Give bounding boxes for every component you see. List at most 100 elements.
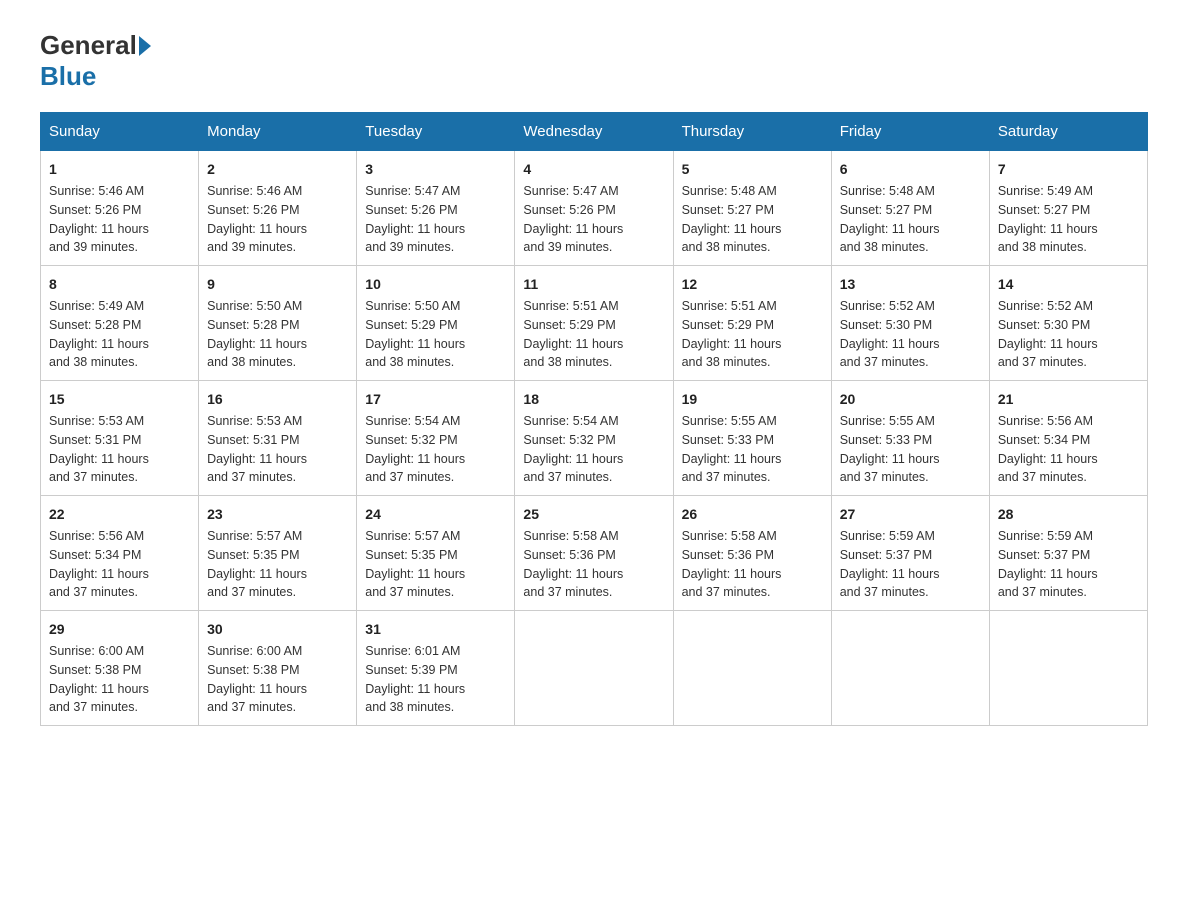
day-number: 23: [207, 504, 348, 525]
calendar-cell: 16 Sunrise: 5:53 AMSunset: 5:31 PMDaylig…: [199, 381, 357, 496]
day-number: 21: [998, 389, 1139, 410]
calendar-cell: 8 Sunrise: 5:49 AMSunset: 5:28 PMDayligh…: [41, 266, 199, 381]
calendar-cell: 4 Sunrise: 5:47 AMSunset: 5:26 PMDayligh…: [515, 151, 673, 266]
calendar-cell: 6 Sunrise: 5:48 AMSunset: 5:27 PMDayligh…: [831, 151, 989, 266]
weekday-header-sunday: Sunday: [41, 113, 199, 151]
day-info: Sunrise: 5:59 AMSunset: 5:37 PMDaylight:…: [998, 529, 1098, 599]
logo-arrow-icon: [139, 36, 151, 56]
day-info: Sunrise: 5:52 AMSunset: 5:30 PMDaylight:…: [998, 299, 1098, 369]
week-row-5: 29 Sunrise: 6:00 AMSunset: 5:38 PMDaylig…: [41, 611, 1148, 726]
day-info: Sunrise: 5:57 AMSunset: 5:35 PMDaylight:…: [365, 529, 465, 599]
day-number: 22: [49, 504, 190, 525]
week-row-4: 22 Sunrise: 5:56 AMSunset: 5:34 PMDaylig…: [41, 496, 1148, 611]
logo-general-text: General: [40, 30, 137, 61]
day-number: 17: [365, 389, 506, 410]
calendar-cell: 21 Sunrise: 5:56 AMSunset: 5:34 PMDaylig…: [989, 381, 1147, 496]
day-number: 29: [49, 619, 190, 640]
day-number: 3: [365, 159, 506, 180]
page-header: General Blue: [40, 30, 1148, 92]
day-info: Sunrise: 5:48 AMSunset: 5:27 PMDaylight:…: [840, 184, 940, 254]
day-info: Sunrise: 5:48 AMSunset: 5:27 PMDaylight:…: [682, 184, 782, 254]
day-info: Sunrise: 5:54 AMSunset: 5:32 PMDaylight:…: [365, 414, 465, 484]
weekday-header-tuesday: Tuesday: [357, 113, 515, 151]
calendar-cell: 10 Sunrise: 5:50 AMSunset: 5:29 PMDaylig…: [357, 266, 515, 381]
day-info: Sunrise: 5:51 AMSunset: 5:29 PMDaylight:…: [682, 299, 782, 369]
day-number: 30: [207, 619, 348, 640]
calendar-cell: 7 Sunrise: 5:49 AMSunset: 5:27 PMDayligh…: [989, 151, 1147, 266]
calendar-cell: 14 Sunrise: 5:52 AMSunset: 5:30 PMDaylig…: [989, 266, 1147, 381]
calendar-cell: 5 Sunrise: 5:48 AMSunset: 5:27 PMDayligh…: [673, 151, 831, 266]
calendar-cell: 26 Sunrise: 5:58 AMSunset: 5:36 PMDaylig…: [673, 496, 831, 611]
day-info: Sunrise: 5:52 AMSunset: 5:30 PMDaylight:…: [840, 299, 940, 369]
weekday-header-row: SundayMondayTuesdayWednesdayThursdayFrid…: [41, 113, 1148, 151]
day-number: 26: [682, 504, 823, 525]
logo-blue-text: Blue: [40, 61, 96, 91]
day-number: 19: [682, 389, 823, 410]
day-number: 27: [840, 504, 981, 525]
calendar-cell: 17 Sunrise: 5:54 AMSunset: 5:32 PMDaylig…: [357, 381, 515, 496]
calendar-cell: [673, 611, 831, 726]
day-info: Sunrise: 5:56 AMSunset: 5:34 PMDaylight:…: [49, 529, 149, 599]
day-info: Sunrise: 6:00 AMSunset: 5:38 PMDaylight:…: [49, 644, 149, 714]
weekday-header-saturday: Saturday: [989, 113, 1147, 151]
day-info: Sunrise: 5:55 AMSunset: 5:33 PMDaylight:…: [840, 414, 940, 484]
day-number: 14: [998, 274, 1139, 295]
calendar-cell: 2 Sunrise: 5:46 AMSunset: 5:26 PMDayligh…: [199, 151, 357, 266]
calendar-cell: [989, 611, 1147, 726]
week-row-3: 15 Sunrise: 5:53 AMSunset: 5:31 PMDaylig…: [41, 381, 1148, 496]
day-number: 25: [523, 504, 664, 525]
calendar-cell: 1 Sunrise: 5:46 AMSunset: 5:26 PMDayligh…: [41, 151, 199, 266]
day-number: 28: [998, 504, 1139, 525]
day-info: Sunrise: 5:57 AMSunset: 5:35 PMDaylight:…: [207, 529, 307, 599]
day-info: Sunrise: 6:01 AMSunset: 5:39 PMDaylight:…: [365, 644, 465, 714]
day-number: 10: [365, 274, 506, 295]
day-number: 20: [840, 389, 981, 410]
calendar-cell: 3 Sunrise: 5:47 AMSunset: 5:26 PMDayligh…: [357, 151, 515, 266]
calendar-cell: 30 Sunrise: 6:00 AMSunset: 5:38 PMDaylig…: [199, 611, 357, 726]
day-info: Sunrise: 5:55 AMSunset: 5:33 PMDaylight:…: [682, 414, 782, 484]
weekday-header-thursday: Thursday: [673, 113, 831, 151]
day-number: 16: [207, 389, 348, 410]
day-info: Sunrise: 6:00 AMSunset: 5:38 PMDaylight:…: [207, 644, 307, 714]
day-number: 31: [365, 619, 506, 640]
day-number: 4: [523, 159, 664, 180]
day-number: 15: [49, 389, 190, 410]
day-info: Sunrise: 5:49 AMSunset: 5:28 PMDaylight:…: [49, 299, 149, 369]
calendar-cell: [831, 611, 989, 726]
calendar-cell: 19 Sunrise: 5:55 AMSunset: 5:33 PMDaylig…: [673, 381, 831, 496]
day-info: Sunrise: 5:59 AMSunset: 5:37 PMDaylight:…: [840, 529, 940, 599]
day-number: 1: [49, 159, 190, 180]
calendar-cell: 23 Sunrise: 5:57 AMSunset: 5:35 PMDaylig…: [199, 496, 357, 611]
calendar-cell: 13 Sunrise: 5:52 AMSunset: 5:30 PMDaylig…: [831, 266, 989, 381]
day-number: 7: [998, 159, 1139, 180]
day-info: Sunrise: 5:47 AMSunset: 5:26 PMDaylight:…: [365, 184, 465, 254]
day-number: 8: [49, 274, 190, 295]
week-row-1: 1 Sunrise: 5:46 AMSunset: 5:26 PMDayligh…: [41, 151, 1148, 266]
day-number: 2: [207, 159, 348, 180]
calendar-cell: 15 Sunrise: 5:53 AMSunset: 5:31 PMDaylig…: [41, 381, 199, 496]
day-info: Sunrise: 5:47 AMSunset: 5:26 PMDaylight:…: [523, 184, 623, 254]
calendar-cell: 29 Sunrise: 6:00 AMSunset: 5:38 PMDaylig…: [41, 611, 199, 726]
calendar-cell: 28 Sunrise: 5:59 AMSunset: 5:37 PMDaylig…: [989, 496, 1147, 611]
day-info: Sunrise: 5:53 AMSunset: 5:31 PMDaylight:…: [207, 414, 307, 484]
calendar-cell: 22 Sunrise: 5:56 AMSunset: 5:34 PMDaylig…: [41, 496, 199, 611]
day-info: Sunrise: 5:56 AMSunset: 5:34 PMDaylight:…: [998, 414, 1098, 484]
day-info: Sunrise: 5:53 AMSunset: 5:31 PMDaylight:…: [49, 414, 149, 484]
calendar-cell: 12 Sunrise: 5:51 AMSunset: 5:29 PMDaylig…: [673, 266, 831, 381]
weekday-header-friday: Friday: [831, 113, 989, 151]
calendar-cell: 20 Sunrise: 5:55 AMSunset: 5:33 PMDaylig…: [831, 381, 989, 496]
calendar-table: SundayMondayTuesdayWednesdayThursdayFrid…: [40, 112, 1148, 726]
day-number: 6: [840, 159, 981, 180]
day-number: 24: [365, 504, 506, 525]
day-info: Sunrise: 5:58 AMSunset: 5:36 PMDaylight:…: [523, 529, 623, 599]
calendar-cell: 25 Sunrise: 5:58 AMSunset: 5:36 PMDaylig…: [515, 496, 673, 611]
day-info: Sunrise: 5:49 AMSunset: 5:27 PMDaylight:…: [998, 184, 1098, 254]
day-number: 9: [207, 274, 348, 295]
day-info: Sunrise: 5:46 AMSunset: 5:26 PMDaylight:…: [49, 184, 149, 254]
calendar-cell: 18 Sunrise: 5:54 AMSunset: 5:32 PMDaylig…: [515, 381, 673, 496]
week-row-2: 8 Sunrise: 5:49 AMSunset: 5:28 PMDayligh…: [41, 266, 1148, 381]
day-info: Sunrise: 5:58 AMSunset: 5:36 PMDaylight:…: [682, 529, 782, 599]
day-number: 5: [682, 159, 823, 180]
weekday-header-monday: Monday: [199, 113, 357, 151]
calendar-cell: 27 Sunrise: 5:59 AMSunset: 5:37 PMDaylig…: [831, 496, 989, 611]
